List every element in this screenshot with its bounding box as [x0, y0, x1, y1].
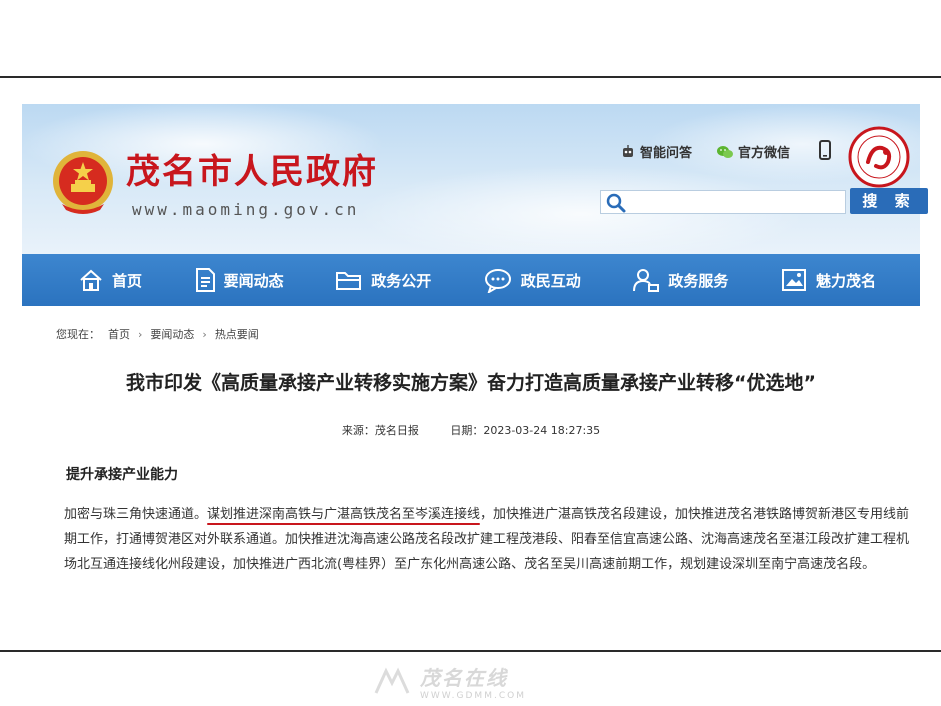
home-icon	[80, 269, 102, 291]
article-paragraph: 加密与珠三角快速通道。谋划推进深南高铁与广湛高铁茂名至岑溪连接线，加快推进广湛高…	[64, 502, 910, 577]
search-button[interactable]: 搜 索	[850, 188, 928, 214]
folder-icon	[336, 272, 362, 290]
smart-qa-link[interactable]: 智能问答	[620, 142, 692, 161]
breadcrumb-hot-news[interactable]: 热点要闻	[215, 326, 259, 342]
watermark-text: 茂名在线	[420, 666, 508, 690]
nav-item-label: 政务服务	[668, 271, 729, 290]
nav-item-label: 首页	[112, 271, 143, 290]
wechat-icon	[717, 145, 733, 158]
site-title[interactable]: 茂名市人民政府	[126, 144, 378, 193]
photo-frame-bottom-edge	[0, 650, 941, 652]
breadcrumb: 您现在： 首页 › 要闻动态 › 热点要闻	[56, 326, 259, 342]
article-meta: 来源：茂名日报 日期：2023-03-24 18:27:35	[22, 422, 920, 438]
main-navigation: 首页 要闻动态 政务公开 政民互动 政务服务 魅力茂名	[22, 254, 920, 306]
nav-item-label: 魅力茂名	[815, 271, 876, 290]
search-field[interactable]	[600, 190, 846, 215]
mobile-phone-icon[interactable]	[819, 140, 831, 160]
nav-item-label: 要闻动态	[223, 271, 284, 290]
nav-item-news[interactable]: 要闻动态	[194, 267, 284, 293]
breadcrumb-prefix: 您现在：	[56, 328, 100, 341]
national-emblem-icon	[53, 151, 113, 214]
picture-icon	[781, 269, 806, 291]
nav-item-gov-info[interactable]: 政务公开	[335, 268, 431, 292]
site-header-banner: 茂名市人民政府 www.maoming.gov.cn 智能问答 官方微信 搜 索	[22, 104, 928, 254]
webpage-screenshot: 茂名市人民政府 www.maoming.gov.cn 智能问答 官方微信 搜 索…	[22, 104, 928, 644]
search-icon	[606, 193, 626, 213]
search-input[interactable]	[631, 191, 845, 215]
article-title: 我市印发《高质量承接产业转移实施方案》奋力打造高质量承接产业转移“优选地”	[126, 372, 816, 394]
watermark-logo-icon	[374, 667, 410, 694]
nav-item-label: 政民互动	[520, 271, 581, 290]
document-icon	[195, 268, 215, 292]
section-heading: 提升承接产业能力	[66, 467, 178, 483]
breadcrumb-news[interactable]: 要闻动态	[150, 326, 194, 342]
watermark: 茂名在线 WWW.GDMM.COM	[372, 662, 526, 701]
robot-icon	[623, 144, 633, 157]
breadcrumb-home[interactable]: 首页	[108, 326, 130, 342]
breadcrumb-separator-icon: ›	[202, 327, 207, 341]
paragraph-text-start: 加密与珠三角快速通道。	[64, 507, 208, 522]
article-date: 日期：2023-03-24 18:27:35	[450, 424, 601, 437]
photo-frame-top-edge	[0, 76, 941, 78]
official-wechat-link[interactable]: 官方微信	[716, 142, 790, 161]
nav-item-label: 政务公开	[371, 271, 432, 290]
nav-item-services[interactable]: 政务服务	[632, 267, 728, 293]
smart-qa-label: 智能问答	[640, 146, 693, 161]
nav-item-home[interactable]: 首页	[78, 268, 142, 292]
nav-item-charm-maoming[interactable]: 魅力茂名	[780, 267, 876, 293]
chat-icon	[484, 269, 511, 293]
watermark-url: WWW.GDMM.COM	[420, 691, 526, 701]
city-seal-logo-icon	[848, 126, 910, 188]
nav-item-interaction[interactable]: 政民互动	[483, 267, 581, 293]
site-url: www.maoming.gov.cn	[132, 200, 360, 219]
breadcrumb-separator-icon: ›	[138, 327, 143, 341]
official-wechat-label: 官方微信	[738, 146, 791, 161]
highlighted-text: 谋划推进深南高铁与广湛高铁茂名至岑溪连接线	[207, 507, 481, 522]
article-source: 来源：茂名日报	[341, 424, 419, 437]
user-service-icon	[633, 269, 660, 292]
